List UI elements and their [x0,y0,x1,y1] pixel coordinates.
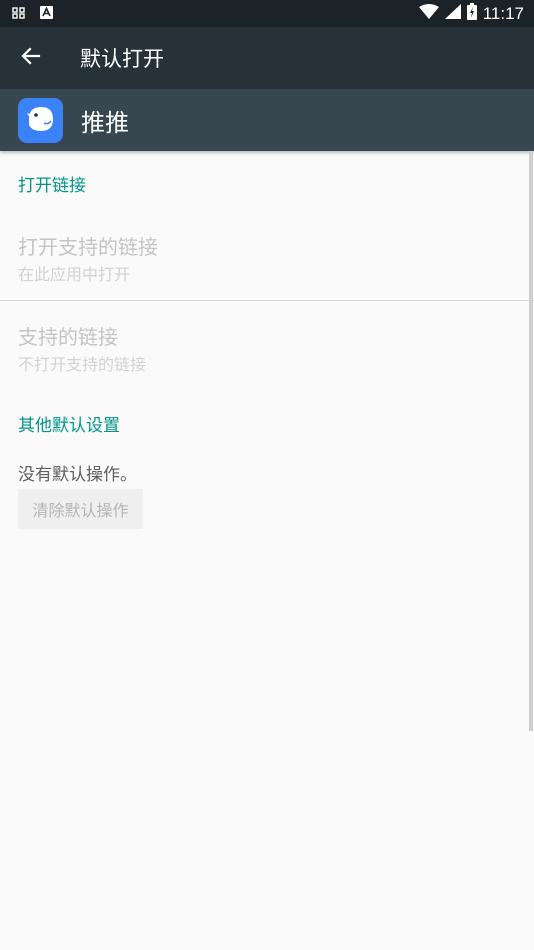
divider [0,300,534,301]
supported-links-summary: 不打开支持的链接 [18,355,147,374]
status-time: 11:17 [482,3,524,23]
other-defaults-header: 其他默认设置 [18,416,120,436]
app-header: 推推 [0,89,534,151]
screenshot-icon [12,4,26,23]
clear-defaults-button[interactable]: 清除默认操作 [18,489,143,529]
settings-content[interactable]: 打开链接 打开支持的链接 在此应用中打开 支持的链接 不打开支持的链接 其他默认… [0,151,534,950]
page-title: 默认打开 [80,47,164,71]
app-name: 推推 [81,108,129,137]
open-supported-links-title: 打开支持的链接 [18,235,158,259]
status-bar-left [12,4,53,23]
android-icon [40,4,53,23]
scrollbar[interactable] [529,151,533,731]
app-icon [18,97,63,143]
cell-signal-icon [444,4,461,23]
open-supported-links-summary: 在此应用中打开 [18,265,131,284]
no-defaults-text: 没有默认操作。 [18,465,137,485]
bird-icon [24,101,58,139]
battery-charging-icon [466,3,477,24]
wifi-icon [418,4,439,23]
status-bar: 11:17 [0,0,534,27]
status-bar-right: 11:17 [418,3,524,24]
open-links-header: 打开链接 [18,176,86,196]
supported-links-title: 支持的链接 [18,325,118,349]
back-button[interactable] [0,27,62,89]
toolbar: 默认打开 [0,27,534,89]
arrow-back-icon [21,46,41,70]
